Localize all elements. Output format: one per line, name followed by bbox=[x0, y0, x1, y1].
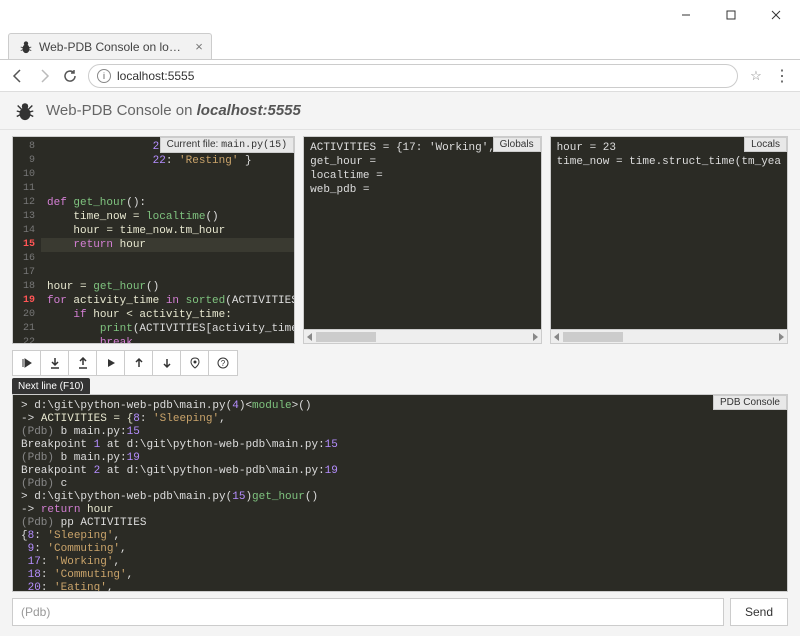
svg-text:?: ? bbox=[221, 359, 226, 368]
browser-tabstrip: Web-PDB Console on lo… × bbox=[0, 30, 800, 60]
help-button[interactable]: ? bbox=[209, 351, 237, 375]
toolbar-tooltip: Next line (F10) bbox=[12, 378, 90, 395]
line-number-gutter[interactable]: 8910111213141516171819202122 bbox=[13, 137, 41, 343]
window-maximize-button[interactable] bbox=[708, 1, 753, 29]
app-title: Web-PDB Console on localhost:5555 bbox=[46, 102, 301, 119]
nav-back-button[interactable] bbox=[10, 68, 26, 84]
down-frame-button[interactable] bbox=[153, 351, 181, 375]
console-tag: PDB Console bbox=[713, 395, 787, 410]
locals-scrollbar[interactable] bbox=[551, 329, 787, 343]
globals-scrollbar[interactable] bbox=[304, 329, 540, 343]
command-input-row: (Pdb) Send bbox=[12, 598, 788, 626]
window-close-button[interactable] bbox=[753, 1, 798, 29]
url-input[interactable]: i localhost:5555 bbox=[88, 64, 738, 88]
next-line-button[interactable] bbox=[13, 351, 41, 375]
browser-tab[interactable]: Web-PDB Console on lo… × bbox=[8, 33, 212, 59]
url-text: localhost:5555 bbox=[117, 69, 194, 83]
step-into-button[interactable] bbox=[41, 351, 69, 375]
up-frame-button[interactable] bbox=[125, 351, 153, 375]
browser-menu-button[interactable]: ⋮ bbox=[774, 68, 790, 84]
globals-tag: Globals bbox=[493, 137, 541, 152]
app-header: Web-PDB Console on localhost:5555 bbox=[0, 92, 800, 130]
debug-toolbar: ? bbox=[12, 350, 238, 376]
locals-content[interactable]: hour = 23time_now = time.struct_time(tm_… bbox=[551, 137, 787, 329]
pdb-console-panel: PDB Console > d:\git\python-web-pdb\main… bbox=[12, 394, 788, 592]
tab-title: Web-PDB Console on lo… bbox=[39, 40, 181, 54]
pdb-command-input[interactable]: (Pdb) bbox=[12, 598, 724, 626]
current-file-tag: Current file: main.py(15) bbox=[160, 137, 294, 153]
bug-logo-icon bbox=[14, 100, 36, 122]
tab-close-icon[interactable]: × bbox=[195, 39, 203, 54]
browser-address-bar: i localhost:5555 ☆ ⋮ bbox=[0, 60, 800, 92]
window-minimize-button[interactable] bbox=[663, 1, 708, 29]
bug-favicon-icon bbox=[19, 40, 33, 54]
continue-button[interactable] bbox=[97, 351, 125, 375]
site-info-icon[interactable]: i bbox=[97, 69, 111, 83]
window-titlebar bbox=[0, 0, 800, 30]
nav-reload-button[interactable] bbox=[62, 68, 78, 84]
bookmark-star-icon[interactable]: ☆ bbox=[748, 68, 764, 84]
step-out-button[interactable] bbox=[69, 351, 97, 375]
locals-panel: Locals hour = 23time_now = time.struct_t… bbox=[550, 136, 788, 344]
nav-forward-button[interactable] bbox=[36, 68, 52, 84]
globals-content[interactable]: ACTIVITIES = {17: 'Working', 18: 'get_ho… bbox=[304, 137, 540, 329]
send-button[interactable]: Send bbox=[730, 598, 788, 626]
where-button[interactable] bbox=[181, 351, 209, 375]
source-code-lines[interactable]: 20: 'Eating', 22: 'Resting' } def get_ho… bbox=[41, 137, 294, 343]
locals-tag: Locals bbox=[744, 137, 787, 152]
console-output[interactable]: > d:\git\python-web-pdb\main.py(4)<modul… bbox=[13, 395, 787, 592]
globals-panel: Globals ACTIVITIES = {17: 'Working', 18:… bbox=[303, 136, 541, 344]
source-code-panel: Current file: main.py(15) 89101112131415… bbox=[12, 136, 295, 344]
